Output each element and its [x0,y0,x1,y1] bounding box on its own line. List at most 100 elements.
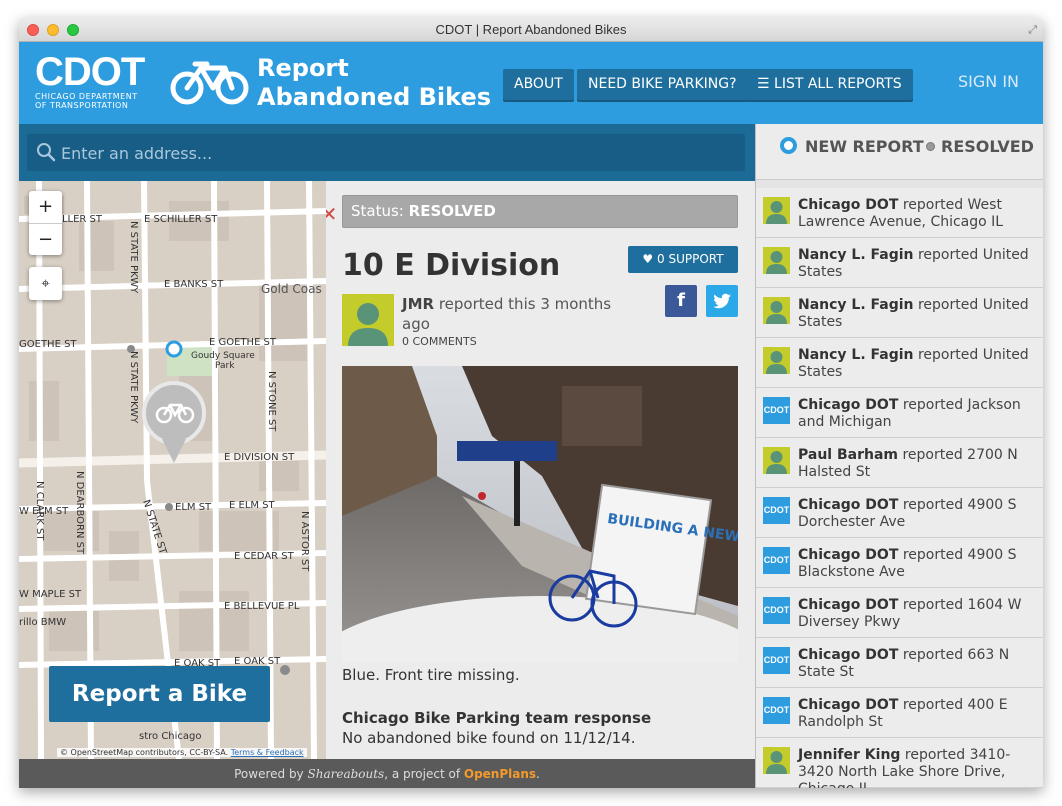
bike-logo-icon [170,61,249,105]
report-list-item[interactable]: CDOT Chicago DOT reported Jackson and Mic… [756,388,1043,438]
report-list-item[interactable]: Nancy L. Fagin reported United States [756,238,1043,288]
report-list-item[interactable]: Nancy L. Fagin reported United States [756,338,1043,388]
report-summary: Paul Barham reported 2700 N Halsted St [798,447,1038,481]
cdot-avatar: CDOT [763,647,790,674]
legend-new-report[interactable]: NEW REPORT [780,137,924,156]
shareabouts-link[interactable]: Shareabouts [308,767,385,781]
cdot-logo-subtitle-1: CHICAGO DEPARTMENT [35,92,138,101]
map-street-label: E GOETHE ST [209,337,277,348]
comments-count[interactable]: 0 COMMENTS [402,335,477,348]
reported-time: reported this 3 months ago [402,295,612,333]
app-title-line-2: Abandoned Bikes [257,83,491,111]
nav-list-label: LIST ALL REPORTS [774,76,902,92]
report-summary: Nancy L. Fagin reported United States [798,247,1038,281]
reporter-name: Chicago DOT [798,497,899,513]
map-attribution: © OpenStreetMap contributors, CC-BY-SA. … [57,748,307,757]
report-list-item[interactable]: CDOT Chicago DOT reported 1604 W Diversey… [756,588,1043,638]
status-label: Status: [351,202,404,220]
cdot-avatar: CDOT [763,597,790,624]
map-street-label: E SCHILLER ST [144,214,218,225]
status-value: RESOLVED [408,202,496,220]
heart-icon: ♥ [642,252,657,266]
window-maximize-button[interactable] [67,24,79,36]
map-street-label: N ASTOR ST [299,511,310,572]
report-summary: Chicago DOT reported 400 E Randolph St [798,697,1038,731]
map-street-label: E CEDAR ST [234,551,295,562]
report-list-item[interactable]: CDOT Chicago DOT reported 400 E Randolph … [756,688,1043,738]
report-list-item[interactable]: CDOT Chicago DOT reported 663 N State St [756,638,1043,688]
locate-me-button[interactable]: ⌖ [29,267,62,300]
reporter-name: Chicago DOT [798,197,899,213]
user-avatar-icon [766,201,787,224]
map-street-label: N DEARBORN ST [74,471,85,555]
reporter-name: Nancy L. Fagin [798,347,914,363]
report-summary: Chicago DOT reported Jackson and Michiga… [798,397,1038,431]
report-list-item[interactable]: Chicago DOT reported West Lawrence Avenu… [756,188,1043,238]
status-bar: Status: RESOLVED [342,195,738,228]
reporter-name: Jennifer King [798,747,901,763]
search-icon [37,143,56,162]
window-minimize-button[interactable] [47,24,59,36]
map-street-label: W MAPLE ST [19,589,82,600]
reporter-name: Chicago DOT [798,647,899,663]
app-title[interactable]: Report Abandoned Bikes [257,54,491,112]
cdot-logo[interactable]: CDOT CHICAGO DEPARTMENT OF TRANSPORTATIO… [35,52,145,110]
cdot-avatar: CDOT [763,497,790,524]
report-list-item[interactable]: Nancy L. Fagin reported United States [756,288,1043,338]
response-title: Chicago Bike Parking team response [342,709,652,727]
zoom-in-button[interactable]: + [29,191,62,223]
nav-about-button[interactable]: ABOUT [503,69,574,100]
user-avatar-icon [766,301,787,324]
map[interactable]: ILLER ST E SCHILLER ST E BANKS ST GOETHE… [19,181,326,759]
browser-window: CDOT | Report Abandoned Bikes ⤢ CDOT CHI… [19,18,1043,788]
user-avatar-icon [766,351,787,374]
zoom-out-button[interactable]: − [29,223,62,255]
legend-resolved[interactable]: RESOLVED [926,137,1034,156]
report-list-item[interactable]: CDOT Chicago DOT reported 4900 S Dorchest… [756,488,1043,538]
reporter-name[interactable]: JMR [402,295,434,313]
terms-feedback-link[interactable]: Terms & Feedback [231,748,304,757]
map-park-label: Park [215,361,235,371]
nav-list-reports-button[interactable]: ☰ LIST ALL REPORTS [746,69,913,100]
close-icon: ✕ [326,202,338,226]
footer: Powered by Shareabouts, a project of Ope… [19,759,755,788]
report-summary: Chicago DOT reported 4900 S Dorchester A… [798,497,1038,531]
user-avatar-icon [348,303,388,346]
report-photo[interactable]: BUILDING A NEW CHICAGO [342,366,738,662]
reporter-name: Chicago DOT [798,547,899,563]
twitter-share-button[interactable] [706,285,738,317]
user-avatar-icon [766,251,787,274]
search-bar [19,124,755,181]
report-title: 10 E Division [342,248,561,283]
user-avatar [763,347,790,374]
resolved-dot-icon [926,142,935,151]
user-avatar [763,447,790,474]
report-list-item[interactable]: CDOT Chicago DOT reported 4900 S Blacksto… [756,538,1043,588]
report-summary: Chicago DOT reported 1604 W Diversey Pkw… [798,597,1038,631]
reporter-name: Chicago DOT [798,697,899,713]
user-avatar [763,747,790,774]
report-bike-button[interactable]: Report a Bike [49,666,270,722]
report-list-item[interactable]: Paul Barham reported 2700 N Halsted St [756,438,1043,488]
map-street-label: N STATE PKWY [128,351,139,424]
user-avatar [763,297,790,324]
openplans-link[interactable]: OpenPlans [464,767,536,781]
report-list-item[interactable]: Jennifer King reported 3410-3420 North L… [756,738,1043,788]
map-street-label: E ELM ST [229,500,276,511]
map-street-label: E BANKS ST [164,279,224,290]
facebook-share-button[interactable]: f [665,285,697,317]
fullscreen-icon[interactable]: ⤢ [1028,23,1037,37]
attribution-text: © OpenStreetMap contributors, CC-BY-SA. [60,748,229,757]
response-text: No abandoned bike found on 11/12/14. [342,729,636,747]
map-street-label: N STONE ST [266,371,277,432]
nav-bike-parking-button[interactable]: NEED BIKE PARKING? [577,69,748,100]
address-search-input[interactable] [61,142,721,164]
sign-in-link[interactable]: SIGN IN [958,72,1019,91]
cdot-avatar: CDOT [763,397,790,424]
cdot-avatar: CDOT [763,697,790,724]
support-button[interactable]: ♥ 0 SUPPORT [628,246,738,273]
list-icon: ☰ [757,76,775,92]
window-title: CDOT | Report Abandoned Bikes [435,22,627,37]
window-close-button[interactable] [27,24,39,36]
map-poi-label: rillo BMW [19,617,66,628]
